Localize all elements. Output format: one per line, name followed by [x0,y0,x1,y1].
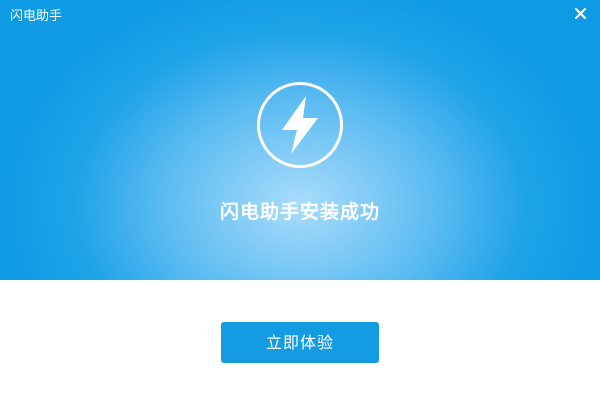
close-button[interactable] [572,5,588,21]
app-logo [256,81,344,169]
lightning-bolt-icon [257,82,343,168]
hero-banner: 闪电助手 闪电助手安装成功 [0,0,600,280]
install-success-message: 闪电助手安装成功 [219,201,380,223]
installer-window: 闪电助手 闪电助手安装成功 立即体验 [0,0,600,410]
window-title: 闪电助手 [10,9,63,24]
close-icon [574,7,586,19]
try-now-button[interactable]: 立即体验 [221,322,379,363]
